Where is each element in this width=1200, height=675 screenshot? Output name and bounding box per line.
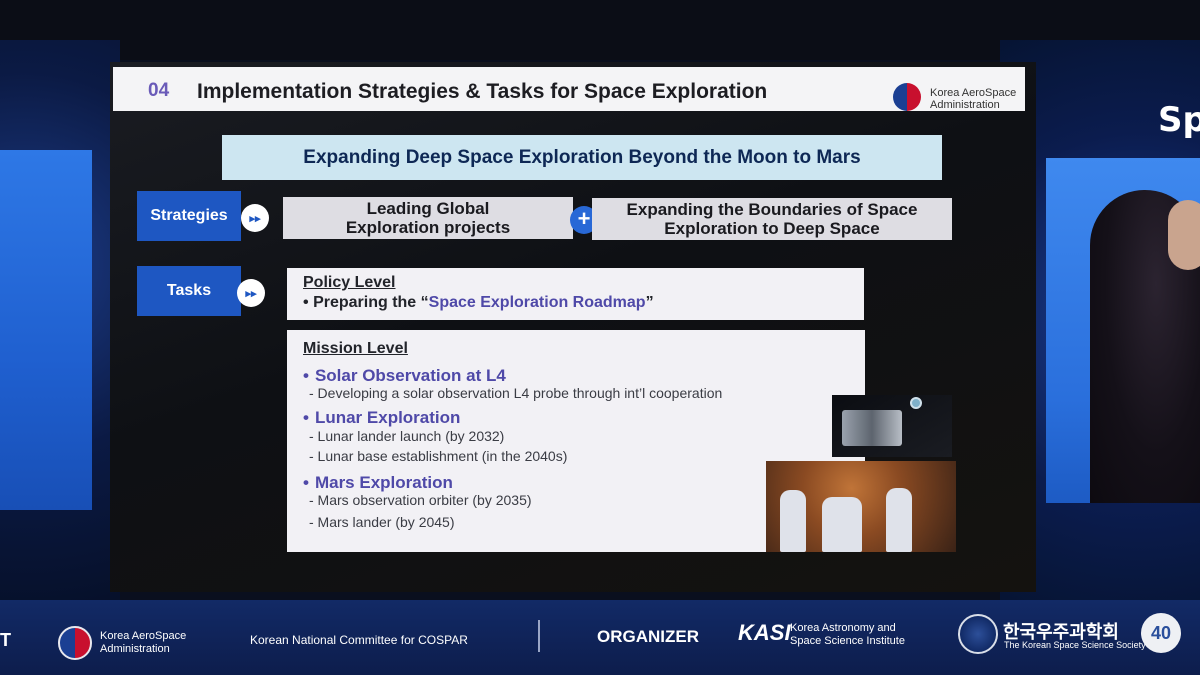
policy-bullet: • Preparing the “Space Exploration Roadm… xyxy=(303,294,654,311)
policy-level-heading: Policy Level xyxy=(303,274,396,291)
footer-kasa-logo-icon xyxy=(58,626,92,660)
footer-anniversary-badge: 40 xyxy=(1141,613,1181,653)
tasks-arrow-icon: ▸▸ xyxy=(237,279,265,307)
tasks-label: Tasks xyxy=(137,266,241,316)
strategy-box-global: Leading Global Exploration projects xyxy=(283,197,573,239)
planet-icon xyxy=(910,397,922,409)
strategies-arrow-icon: ▸▸ xyxy=(241,204,269,232)
mission-mars-item: - Mars observation orbiter (by 2035) xyxy=(309,492,532,508)
bullet-icon: • xyxy=(303,408,309,427)
footer-organizer-label: ORGANIZER xyxy=(597,627,699,646)
engineer-figure xyxy=(822,497,862,552)
mission-solar-heading: • Solar Observation at L4 xyxy=(303,366,506,385)
mission-level-heading: Mission Level xyxy=(303,340,408,357)
footer-kasi-name: Korea Astronomy and Space Science Instit… xyxy=(790,622,905,647)
kasa-logo-text: Korea AeroSpace Administration xyxy=(930,87,1017,111)
mission-solar-item: - Developing a solar observation L4 prob… xyxy=(309,385,723,401)
bullet-icon: • xyxy=(303,473,309,492)
footer-divider xyxy=(538,620,540,652)
engineer-figure xyxy=(886,488,912,552)
bullet-icon: • xyxy=(303,366,309,385)
mission-lunar-item: - Lunar lander launch (by 2032) xyxy=(309,428,505,444)
goal-banner-text: Expanding Deep Space Exploration Beyond … xyxy=(303,147,861,168)
footer-edge-letter: T xyxy=(0,630,11,650)
bullet-icon: • xyxy=(303,294,309,311)
left-side-screen xyxy=(0,150,92,510)
mission-mars-item: - Mars lander (by 2045) xyxy=(309,514,455,530)
mission-lunar-item: - Lunar base establishment (in the 2040s… xyxy=(309,448,568,464)
footer-kasa-name: Korea AeroSpace Administration xyxy=(100,630,187,655)
spacecraft-body xyxy=(842,410,902,446)
footer-cospar: Korean National Committee for COSPAR xyxy=(250,633,468,647)
partial-brand-text: Sp xyxy=(1158,100,1200,140)
mission-lunar-heading: • Lunar Exploration xyxy=(303,408,461,427)
strategies-label: Strategies xyxy=(137,191,241,241)
strategy-box-deep-space: Expanding the Boundaries of Space Explor… xyxy=(592,198,952,240)
footer-kss-english-name: The Korean Space Science Society xyxy=(1004,640,1146,650)
footer-kss-emblem-icon xyxy=(958,614,998,654)
footer-kasi-logo: KASI xyxy=(738,620,791,645)
mission-mars-heading: • Mars Exploration xyxy=(303,473,453,492)
slide-title: Implementation Strategies & Tasks for Sp… xyxy=(197,80,768,103)
speaker-face xyxy=(1168,200,1200,270)
section-number: 04 xyxy=(148,80,170,101)
kasa-logo-icon xyxy=(893,83,921,111)
engineer-figure xyxy=(780,490,806,552)
